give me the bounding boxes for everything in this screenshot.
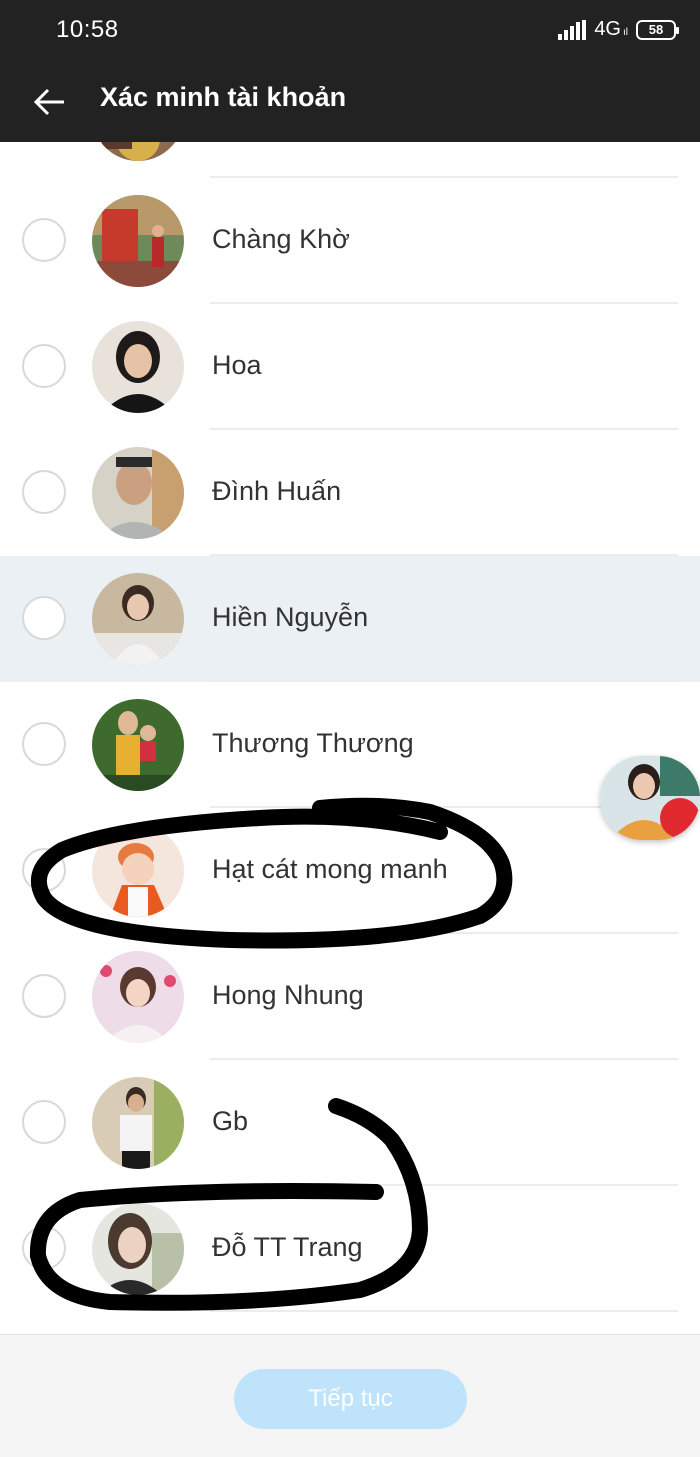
row-divider: [210, 1310, 678, 1312]
list-item[interactable]: Hong Nhung: [0, 934, 700, 1060]
network-activity: ıl: [623, 27, 628, 38]
page-title: Xác minh tài khoản: [100, 82, 347, 112]
contact-name: Thương Thương: [212, 728, 414, 758]
avatar: [92, 1203, 184, 1295]
list-item[interactable]: Đỗ TT Trang: [0, 1186, 700, 1312]
contact-name: Gb: [212, 1106, 249, 1136]
contact-name: Hoa: [212, 350, 262, 380]
radio-button[interactable]: [22, 344, 66, 388]
avatar: [92, 142, 184, 161]
battery-icon: 58: [636, 19, 679, 40]
list-item[interactable]: Chàng Khờ: [0, 178, 700, 304]
radio-button[interactable]: [22, 1100, 66, 1144]
contact-name: Đỗ TT Trang: [212, 1232, 363, 1262]
status-bar: 10:58 4G ıl 58: [0, 0, 700, 60]
avatar: [92, 1077, 184, 1169]
battery-level: 58: [648, 22, 664, 37]
avatar: [92, 699, 184, 791]
footer-bar: Tiếp tục: [0, 1334, 700, 1457]
list-item[interactable]: Hạt cát mong manh: [0, 808, 700, 934]
avatar: [92, 573, 184, 665]
list-item-highlighted[interactable]: Hiền Nguyễn: [0, 556, 700, 682]
radio-button[interactable]: [22, 848, 66, 892]
radio-button[interactable]: [22, 1226, 66, 1270]
avatar: [92, 195, 184, 287]
status-time: 10:58: [56, 16, 119, 43]
radio-button[interactable]: [22, 596, 66, 640]
radio-button[interactable]: [22, 974, 66, 1018]
contact-name: Hiền Nguyễn: [212, 602, 369, 632]
list-item[interactable]: Gb: [0, 1060, 700, 1186]
contact-name: Đình Huấn: [212, 476, 342, 506]
list-item[interactable]: Đình Huấn: [0, 430, 700, 556]
contact-name: Hong Nhung: [212, 980, 364, 1010]
list-item[interactable]: [0, 142, 700, 178]
chat-head-bubble[interactable]: [600, 756, 700, 840]
app-header: Xác minh tài khoản: [0, 60, 700, 142]
network-type: 4G: [594, 18, 621, 40]
list-item[interactable]: Hoa: [0, 304, 700, 430]
radio-button[interactable]: [22, 470, 66, 514]
radio-button[interactable]: [22, 722, 66, 766]
contact-name: Hạt cát mong manh: [212, 854, 448, 884]
contact-name: Chàng Khờ: [212, 224, 350, 254]
radio-button[interactable]: [22, 218, 66, 262]
continue-button[interactable]: Tiếp tục: [234, 1369, 467, 1429]
back-arrow-icon[interactable]: [30, 82, 70, 122]
avatar: [92, 321, 184, 413]
avatar: [92, 447, 184, 539]
list-item[interactable]: Thương Thương: [0, 682, 700, 808]
contact-list[interactable]: Chàng Khờ Hoa Đình Huấn Hiền Nguyễn Thươ…: [0, 142, 700, 1334]
avatar: [92, 825, 184, 917]
status-indicators: 4G ıl 58: [558, 18, 679, 41]
signal-icon: [558, 19, 587, 40]
avatar: [92, 951, 184, 1043]
